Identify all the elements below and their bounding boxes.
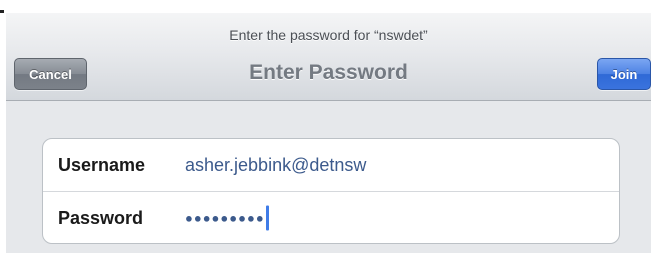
join-button[interactable]: Join — [597, 58, 651, 90]
content-area: Username asher.jebbink@detnsw Password ●… — [6, 101, 651, 253]
network-prompt: Enter the password for “nswdet” — [229, 27, 428, 43]
navigation-bar: Enter the password for “nswdet” Cancel E… — [6, 13, 651, 101]
credentials-form: Username asher.jebbink@detnsw Password ●… — [42, 138, 620, 244]
username-field[interactable]: asher.jebbink@detnsw — [185, 155, 366, 176]
page-title: Enter Password — [249, 61, 408, 84]
corner-mark — [0, 10, 4, 13]
password-field[interactable]: ●●●●●●●●● — [185, 205, 269, 231]
text-caret — [265, 205, 269, 231]
username-label: Username — [58, 154, 146, 175]
password-label: Password — [58, 207, 144, 228]
password-masked-value: ●●●●●●●●● — [185, 210, 265, 226]
password-row[interactable]: Password ●●●●●●●●● — [43, 191, 619, 243]
username-row[interactable]: Username asher.jebbink@detnsw — [43, 139, 619, 191]
